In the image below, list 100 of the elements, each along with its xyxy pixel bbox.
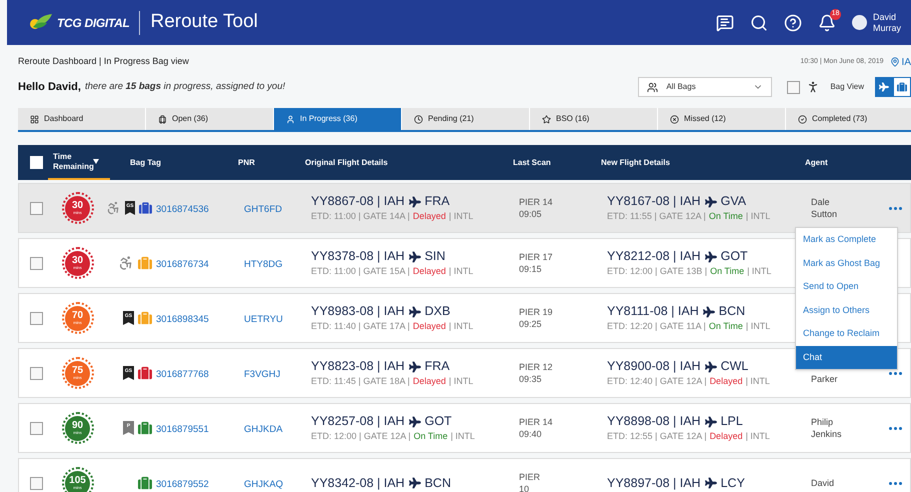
tab[interactable]: Pending (21) [402, 108, 530, 130]
plane-icon [408, 306, 421, 318]
tab[interactable]: Open (36) [146, 108, 274, 130]
flight-route: YY8167-08 | IAH [607, 193, 701, 210]
search-button[interactable] [750, 14, 768, 32]
flight-route: YY8823-08 | IAH [311, 358, 405, 375]
wheelchair-icon [106, 200, 121, 216]
suitcase-icon [897, 82, 907, 92]
flight-details: ETD: 11:00 | GATE 15A | [311, 265, 410, 278]
bag-tag-link[interactable]: 3016898345 [156, 314, 209, 325]
destination-code: GVA [720, 193, 746, 210]
check-circle-icon [798, 114, 807, 124]
pnr-link[interactable]: GHJKDA [244, 424, 283, 435]
flight-route: YY8900-08 | IAH [607, 358, 701, 375]
checkbox[interactable] [30, 476, 43, 490]
agent-name: David [811, 477, 836, 489]
destination-code: LPL [720, 413, 743, 430]
destination-code: GOT [424, 413, 452, 430]
chat-button[interactable] [716, 14, 734, 32]
pnr-link[interactable]: GHT6FD [244, 204, 282, 215]
flight-scope: | INTL [746, 375, 770, 388]
app-title: Reroute Tool [150, 10, 258, 34]
flight-details: ETD: 11:40 | GATE 17A | [311, 320, 410, 333]
more-options-button[interactable] [889, 206, 902, 210]
tab[interactable]: In Progress (36) [274, 108, 402, 130]
last-scan-text: 09:25 [519, 318, 543, 330]
destination-code: FRA [424, 358, 450, 375]
wheelchair-icon [118, 255, 134, 271]
flight-route: YY8257-08 | IAH [311, 413, 405, 430]
bag-tag-link[interactable]: 3016876734 [156, 259, 209, 270]
flight-details: ETD: 12:55 | GATE 12A | [607, 430, 707, 443]
flight-scope: | INTL [746, 210, 770, 223]
more-options-button[interactable] [889, 372, 902, 374]
checkbox[interactable] [30, 366, 43, 380]
plane-icon [408, 360, 421, 372]
user-first-name: David [872, 12, 897, 22]
user-last-name: Murray [872, 22, 901, 34]
tab[interactable]: BSO (16) [530, 108, 658, 130]
help-button[interactable] [784, 14, 802, 32]
notifications-button[interactable] [818, 14, 836, 32]
flight-status: On Time [708, 210, 743, 223]
checkbox[interactable] [30, 256, 43, 270]
clock-icon [414, 114, 423, 124]
luggage-icon [158, 114, 167, 124]
flight-route: YY8897-08 | IAH [607, 474, 701, 492]
pnr-link[interactable]: HTY8DG [244, 259, 283, 270]
flight-details: ETD: 12:40 | GATE 12A | [607, 375, 707, 388]
tab[interactable]: Missed (12) [658, 108, 786, 130]
flight-route: YY8342-08 | IAH [311, 474, 405, 492]
agent-name: Parker [811, 373, 839, 385]
plane-icon [408, 250, 421, 262]
tab[interactable]: Completed (73) [786, 108, 911, 130]
agent-name: Sutton [811, 208, 838, 220]
destination-code: SIN [424, 248, 446, 265]
avatar[interactable] [852, 15, 867, 30]
grid-icon [30, 114, 39, 124]
destination-code: GOT [720, 248, 748, 265]
bag-filter-dropdown[interactable]: All Bags [638, 77, 772, 97]
flight-view-toggle[interactable] [875, 77, 893, 97]
column-header: Last Scan [513, 158, 551, 166]
destination-code: DXB [424, 303, 450, 320]
bag-tag-link[interactable]: 3016877768 [156, 369, 209, 380]
checkbox[interactable] [30, 422, 43, 434]
plane-icon [704, 196, 717, 208]
bag-view-label: Bag View [830, 81, 864, 93]
menu-item[interactable]: Chat [796, 346, 897, 369]
flight-scope: | INTL [448, 265, 474, 278]
plane-icon [408, 416, 421, 428]
bag-tag-link[interactable]: 3016879551 [156, 424, 209, 435]
pnr-link[interactable]: GHJKAQ [244, 479, 284, 490]
flight-details: ETD: 11:55 | GATE 12A | [607, 210, 706, 223]
flight-route: YY8867-08 | IAH [311, 193, 405, 210]
menu-item[interactable]: Assign to Others [796, 298, 897, 322]
column-header[interactable]: Time Remaining [53, 152, 93, 172]
bag-tag-link[interactable]: 3016874536 [156, 204, 209, 215]
menu-item[interactable]: Change to Reclaim [796, 322, 897, 346]
bag-view-toggle[interactable] [893, 77, 911, 97]
sort-caret-icon [93, 159, 99, 164]
flight-details: ETD: 11:00 | GATE 14A | [311, 210, 410, 223]
last-scan-text: 09:15 [519, 263, 543, 275]
breadcrumb: Reroute Dashboard | In Progress Bag view [18, 55, 189, 68]
checkbox[interactable] [30, 312, 43, 324]
pnr-link[interactable]: UETRYU [244, 314, 283, 325]
more-options-button[interactable] [889, 482, 902, 484]
flight-status: On Time [710, 265, 744, 278]
bag-tag-link[interactable]: 3016879552 [156, 479, 209, 490]
last-scan-text: 09:05 [519, 208, 543, 220]
greeting-name: Hello David, [18, 80, 81, 95]
flight-details: ETD: 12:00 | GATE 13B | [607, 265, 708, 278]
pnr-link[interactable]: F3VGHJ [244, 369, 280, 380]
checkbox[interactable] [30, 202, 43, 214]
last-scan-text: 09:40 [519, 428, 543, 440]
menu-item[interactable]: Mark as Ghost Bag [796, 252, 897, 275]
x-circle-icon [670, 114, 679, 124]
checkbox[interactable] [787, 80, 800, 94]
plane-icon [879, 82, 889, 92]
flight-route: YY8111-08 | IAH [607, 303, 699, 320]
tab[interactable]: Dashboard [18, 108, 146, 130]
more-options-button[interactable] [889, 426, 902, 430]
flight-route: YY8212-08 | IAH [607, 248, 701, 265]
